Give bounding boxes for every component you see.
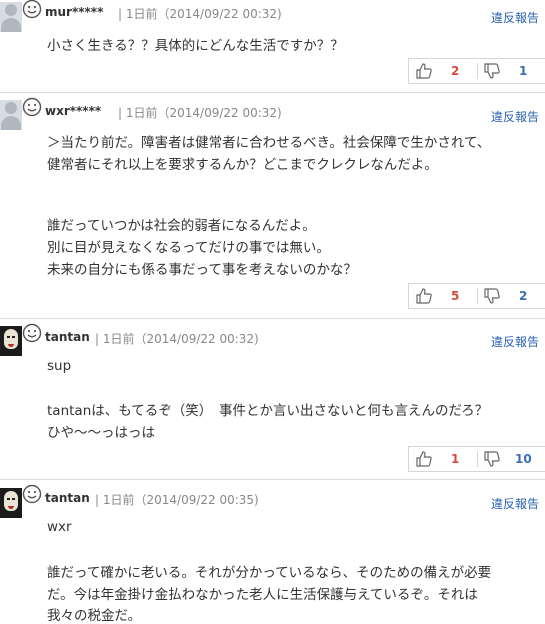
thumbs-up-icon[interactable] — [415, 62, 433, 80]
thumbs-down-icon[interactable] — [483, 62, 501, 80]
comment-text: 未来の自分にも係る事だって事を考えないのかな？ — [47, 262, 357, 278]
comment-text: 我々の税金だ。 — [47, 608, 142, 624]
thumbs-up-icon[interactable] — [415, 287, 433, 305]
timestamp: | 1日前（2014/09/22 00:35) — [95, 493, 259, 507]
comment-text: 誰だっていつかは社会的弱者になるんだよ。 — [47, 218, 316, 234]
comment-item: mur***** | 1日前（2014/09/22 00:32) 違反報告 小さ… — [0, 0, 545, 92]
comment-text: だ。今は年金掛け金払わなかった老人に生活保護与えているぞ。それは — [47, 587, 478, 603]
timestamp: | 1日前（2014/09/22 00:32) — [118, 7, 282, 21]
comment-item: wxr***** | 1日前（2014/09/22 00:32) 違反報告 ＞当… — [0, 93, 545, 318]
comment-text: ＞当たり前だ。障害者は健常者に合わせるべき。社会保障で生かされて、 — [47, 135, 491, 151]
smiley-icon — [22, 97, 42, 117]
vote-box: 2 1 — [408, 58, 545, 84]
vote-box: 5 2 — [408, 283, 545, 309]
report-link[interactable]: 違反報告 — [491, 333, 539, 350]
report-link[interactable]: 違反報告 — [491, 108, 539, 125]
username[interactable]: wxr***** — [45, 104, 101, 118]
avatar[interactable] — [0, 2, 22, 32]
smiley-icon — [22, 323, 42, 343]
vote-box: 1 10 — [408, 446, 545, 472]
good-count: 1 — [451, 452, 460, 466]
comment-text: tantanは、もてるぞ（笑） 事件とか言い出さないと何も言えんのだろ？ — [47, 403, 489, 419]
comment-text: wxr — [47, 519, 72, 535]
thumbs-down-icon[interactable] — [483, 287, 501, 305]
comment-text: sup — [47, 358, 72, 374]
avatar[interactable] — [0, 100, 22, 130]
timestamp: | 1日前（2014/09/22 00:32) — [95, 332, 259, 346]
avatar[interactable] — [0, 488, 22, 518]
comment-text: ひや～～っはっは — [47, 425, 155, 441]
comment-text: 誰だって確かに老いる。それが分かっているなら、そのための備えが必要 — [47, 565, 492, 581]
smiley-icon — [22, 484, 42, 504]
smiley-icon — [22, 0, 42, 19]
username[interactable]: tantan — [45, 491, 90, 505]
username[interactable]: mur***** — [45, 5, 103, 19]
report-link[interactable]: 違反報告 — [491, 495, 539, 512]
thumbs-up-icon[interactable] — [415, 450, 433, 468]
timestamp: | 1日前（2014/09/22 00:32) — [118, 106, 282, 120]
avatar[interactable] — [0, 326, 22, 356]
username[interactable]: tantan — [45, 330, 90, 344]
comment-text: 健常者にそれ以上を要求するんか？どこまでクレクレなんだよ。 — [47, 157, 438, 173]
good-count: 2 — [451, 64, 460, 78]
thumbs-down-icon[interactable] — [483, 450, 501, 468]
comment-text: 小さく生きる？？具体的にどんな生活ですか？？ — [47, 38, 344, 54]
comment-item: tantan | 1日前（2014/09/22 00:32) 違反報告 sup … — [0, 319, 545, 479]
report-link[interactable]: 違反報告 — [491, 9, 539, 26]
bad-count: 1 — [519, 64, 528, 78]
comment-item: tantan | 1日前（2014/09/22 00:35) 違反報告 wxr … — [0, 480, 545, 624]
bad-count: 2 — [519, 289, 528, 303]
comment-text: 別に目が見えなくなるってだけの事では無い。 — [47, 240, 330, 256]
bad-count: 10 — [515, 452, 532, 466]
good-count: 5 — [451, 289, 460, 303]
